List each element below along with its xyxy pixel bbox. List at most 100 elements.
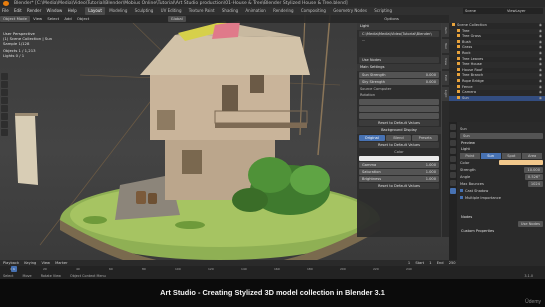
menu-edit[interactable]: Edit [12, 7, 24, 15]
workspace-tab-animation[interactable]: Animation [242, 7, 268, 15]
start-frame-field[interactable]: 1 [429, 261, 435, 265]
select-box-tool-icon[interactable] [1, 73, 8, 80]
scene-tab-icon[interactable] [450, 148, 456, 154]
outliner-row-label: Tree House [462, 62, 482, 67]
workspace-tab-modeling[interactable]: Modeling [106, 7, 130, 15]
timeline-menu-view[interactable]: View [41, 261, 54, 265]
menu-render[interactable]: Render [25, 7, 43, 15]
viewport-menu-select[interactable]: Select [45, 16, 61, 21]
light-section-header[interactable]: Light [458, 146, 545, 152]
timeline-tick-label: 240 [406, 267, 412, 271]
workspace-tab-texture-paint[interactable]: Texture Paint [186, 7, 218, 15]
menu-file[interactable]: File [0, 7, 11, 15]
rotation-y-field[interactable] [359, 106, 439, 112]
cursor-tool-icon[interactable] [1, 81, 8, 88]
measure-tool-icon[interactable] [1, 129, 8, 136]
light-type-area[interactable]: Area [522, 153, 542, 159]
timeline-menu-keying[interactable]: Keying [24, 261, 40, 265]
sidebar-tab-item[interactable]: Item [442, 23, 449, 37]
light-strength-field[interactable]: Strength 10.000 [460, 167, 543, 173]
scene-selector[interactable]: Scene [463, 8, 505, 14]
max-bounces-field[interactable]: Max Bounces 1024 [460, 181, 543, 187]
timeline-ruler[interactable]: 1 0 20 40 60 80 100 120 140 160 180 200 220 240 [0, 266, 545, 273]
cast-shadow-checkbox[interactable]: Cast Shadow [460, 188, 543, 194]
output-tab-icon[interactable] [450, 132, 456, 138]
light-angle-field[interactable]: Angle 0.526° [460, 174, 543, 180]
workspace-tab-scripting[interactable]: Scripting [371, 7, 395, 15]
sidebar-tab-light[interactable]: Light [442, 87, 449, 101]
light-type-selector: Point Sun Spot Area [460, 153, 543, 159]
object-icon [457, 34, 460, 38]
light-color-field[interactable]: Color [460, 160, 543, 166]
scale-tool-icon[interactable] [1, 105, 8, 112]
object-tab-icon[interactable] [450, 164, 456, 170]
move-tool-icon[interactable] [1, 89, 8, 96]
rotation-z-field[interactable] [359, 113, 439, 119]
reset-defaults-button-3[interactable]: Reset to Default Values [359, 183, 439, 189]
view-layer-selector[interactable]: ViewLayer [505, 8, 543, 14]
outliner-row-label: Bush [462, 39, 471, 44]
sun-strength-field[interactable]: Sun Strength 0.000 [359, 72, 439, 78]
color-swatch[interactable] [359, 156, 439, 161]
workspace-tab-geometry-nodes[interactable]: Geometry Nodes [330, 7, 370, 15]
nodes-section-header[interactable]: Nodes [458, 214, 545, 220]
world-tab-icon[interactable] [450, 156, 456, 162]
timeline-menu-playback[interactable]: Playback [3, 261, 23, 265]
viewport-menu-view[interactable]: View [31, 16, 44, 21]
rotate-tool-icon[interactable] [1, 97, 8, 104]
bg-option-original[interactable]: Original [359, 135, 385, 141]
light-path-field[interactable]: C:\Media\Media\Video\Tutorial\Blender\ .… [359, 31, 439, 42]
physics-tab-icon[interactable] [450, 172, 456, 178]
light-type-spot[interactable]: Spot [501, 153, 522, 159]
main-settings-header[interactable]: Main Settings [357, 64, 441, 71]
viewport-menu-add[interactable]: Add [62, 16, 73, 21]
workspace-tab-layout[interactable]: Layout [85, 7, 105, 15]
background-display-header[interactable]: Background Display [357, 127, 441, 134]
custom-properties-header[interactable]: Custom Properties [458, 228, 545, 234]
bg-option-blend[interactable]: Blend [385, 135, 412, 141]
light-type-point[interactable]: Point [460, 153, 480, 159]
workspace-tab-sculpting[interactable]: Sculpting [132, 7, 157, 15]
light-data-tab-icon[interactable] [450, 188, 456, 194]
workspace-tab-shading[interactable]: Shading [219, 7, 241, 15]
workspace-tab-rendering[interactable]: Rendering [270, 7, 296, 15]
annotate-tool-icon[interactable] [1, 121, 8, 128]
outliner-row[interactable]: Sun ◉ [449, 95, 545, 102]
current-frame-field[interactable]: 1 [408, 261, 414, 265]
menu-help[interactable]: Help [66, 7, 79, 15]
timeline-menu-marker[interactable]: Marker [55, 261, 71, 265]
viewport-menu-object[interactable]: Object [75, 16, 91, 21]
sidebar-tab-view[interactable]: View [442, 55, 449, 69]
multiple-importance-checkbox[interactable]: Multiple Importance [460, 195, 543, 201]
constraints-tab-icon[interactable] [450, 180, 456, 186]
transform-tool-icon[interactable] [1, 113, 8, 120]
rotation-x-field[interactable] [359, 99, 439, 105]
panel-header-light[interactable]: Light [357, 23, 441, 30]
end-frame-field[interactable]: 250 [449, 261, 460, 265]
menu-window[interactable]: Window [45, 7, 65, 15]
outliner-row-label: Grass [462, 45, 473, 50]
gamma-field[interactable]: Gamma 1.000 [359, 162, 439, 168]
saturation-field[interactable]: Saturation 1.000 [359, 169, 439, 175]
sidebar-tab-edit[interactable]: Edit [442, 71, 449, 85]
reset-defaults-button-2[interactable]: Reset to Default Values [359, 142, 439, 148]
sky-strength-field[interactable]: Sky Strength 0.000 [359, 79, 439, 85]
light-data-block[interactable]: Sun [460, 133, 543, 139]
bg-option-presets[interactable]: Presets [412, 135, 439, 141]
light-color-swatch[interactable] [499, 160, 543, 165]
tool-shelf [1, 73, 9, 137]
transform-orientation-dropdown[interactable]: Global [167, 16, 186, 22]
view-layer-tab-icon[interactable] [450, 140, 456, 146]
viewport-options-button[interactable]: Options [382, 16, 401, 21]
reset-defaults-button-1[interactable]: Reset to Default Values [359, 120, 439, 126]
use-nodes-toggle[interactable]: Use Nodes [359, 57, 439, 63]
workspace-tab-compositing[interactable]: Compositing [298, 7, 329, 15]
light-type-sun[interactable]: Sun [480, 153, 501, 159]
render-tab-icon[interactable] [450, 124, 456, 130]
object-mode-dropdown[interactable]: Object Mode [0, 16, 30, 22]
brightness-field[interactable]: Brightness 1.000 [359, 176, 439, 182]
visibility-eye-icon[interactable]: ◉ [539, 96, 542, 102]
sidebar-tab-tool[interactable]: Tool [442, 39, 449, 53]
workspace-tab-uv-editing[interactable]: UV Editing [158, 7, 185, 15]
use-nodes-button[interactable]: Use Nodes [460, 221, 543, 227]
